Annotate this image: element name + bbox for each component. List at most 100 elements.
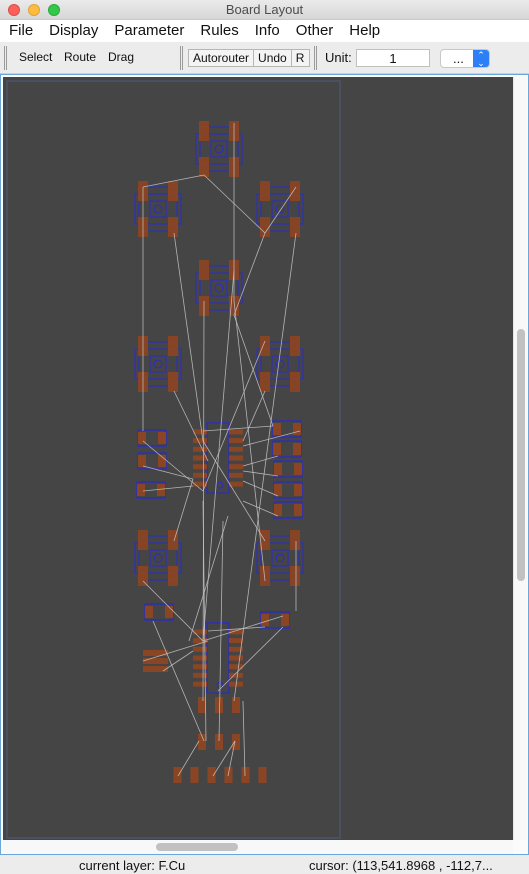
component-r7[interactable] [273,481,303,499]
pad [157,484,165,496]
menu-rules[interactable]: Rules [192,20,246,42]
pad [273,443,281,455]
pad [138,530,148,550]
unit-input[interactable] [356,49,430,67]
pad [143,650,168,656]
pad [229,655,243,661]
switch-actuator [149,355,167,373]
ratsnest-line [242,470,279,477]
switch-actuator [149,200,167,218]
menu-parameter[interactable]: Parameter [106,20,192,42]
component-j2[interactable] [143,650,168,672]
component-j1[interactable] [173,767,267,783]
pad [229,464,243,470]
route-mode-button[interactable]: Route [64,50,96,64]
switch-center [214,144,224,154]
toolbar-grip[interactable] [4,46,7,70]
pad [261,614,269,626]
component-u2[interactable] [193,622,243,694]
pin1-marker [216,481,224,489]
menu-other[interactable]: Other [288,20,342,42]
switch-actuator [149,549,167,567]
pad [294,484,302,496]
toolbar-grip[interactable] [180,46,183,70]
menu-display[interactable]: Display [41,20,106,42]
undo-button[interactable]: Undo [254,50,292,66]
component-sw2[interactable] [134,181,182,237]
vertical-scroll-thumb[interactable] [517,328,525,581]
pad [173,767,182,783]
pad [207,767,216,783]
component-r6[interactable] [273,460,303,478]
status-bar: current layer: F.Cu cursor: (113,541.896… [0,855,529,874]
vertical-scrollbar[interactable] [513,77,527,840]
pad [260,566,270,586]
pad [193,464,207,470]
pad [281,614,289,626]
pad [290,530,300,550]
autorouter-button[interactable]: Autorouter [189,50,255,66]
pad [199,121,209,141]
pad [215,697,223,713]
pad [293,423,301,435]
component-r8[interactable] [273,501,303,519]
component-r5[interactable] [272,440,302,458]
pad [229,429,243,435]
board-canvas[interactable] [3,77,513,840]
ratsnest-line [142,465,194,480]
pad [168,336,178,356]
component-sw5[interactable] [134,336,182,392]
ratsnest-line [173,390,209,462]
pad [168,566,178,586]
menu-info[interactable]: Info [247,20,288,42]
toolbar-grip[interactable] [314,46,317,70]
switch-actuator [271,355,289,373]
unit-select-value: ... [453,51,464,66]
pad [229,446,243,452]
menu-file[interactable]: File [0,20,41,42]
pad [260,181,270,201]
pad [290,217,300,237]
menu-bar: File Display Parameter Rules Info Other … [0,20,529,42]
select-mode-button[interactable]: Select [19,50,52,64]
ratsnest-line [242,390,266,442]
menu-help[interactable]: Help [341,20,388,42]
ratsnest-line [242,455,279,467]
pad [199,157,209,177]
pad [273,423,281,435]
pad [260,372,270,392]
component-j3[interactable] [198,697,240,713]
ratsnest-line [173,232,204,442]
component-sw7[interactable] [134,530,182,586]
pad [143,666,168,672]
component-sw1[interactable] [195,121,243,177]
pad [193,438,207,444]
window-title: Board Layout [225,2,304,17]
select-stepper-icon: ⌃ ⌄ [473,50,489,68]
pad [198,697,206,713]
redo-button[interactable]: R [292,50,309,66]
pad [193,446,207,452]
ratsnest-line [242,430,301,447]
component-r1[interactable] [137,429,167,447]
switch-center [153,204,163,214]
ratsnest-line [242,480,279,497]
cursor-position-status: cursor: (113,541.8968 , -112,7... [309,858,493,873]
board-drawing[interactable] [3,77,513,840]
pad [199,260,209,280]
pad [229,455,243,461]
unit-select[interactable]: ... ⌃ ⌄ [440,49,490,68]
pad [143,658,168,664]
pad [229,472,243,478]
horizontal-scrollbar[interactable] [3,840,513,854]
component-r2[interactable] [137,452,167,470]
component-sw3[interactable] [256,181,304,237]
ratsnest-line [142,485,194,492]
switch-center [153,553,163,563]
pad [260,336,270,356]
drag-mode-button[interactable]: Drag [108,50,134,64]
component-r10[interactable] [260,611,290,629]
toolbar: Select Route Drag Autorouter Undo R Unit… [0,42,529,74]
pad [290,372,300,392]
horizontal-scroll-thumb[interactable] [156,843,238,851]
